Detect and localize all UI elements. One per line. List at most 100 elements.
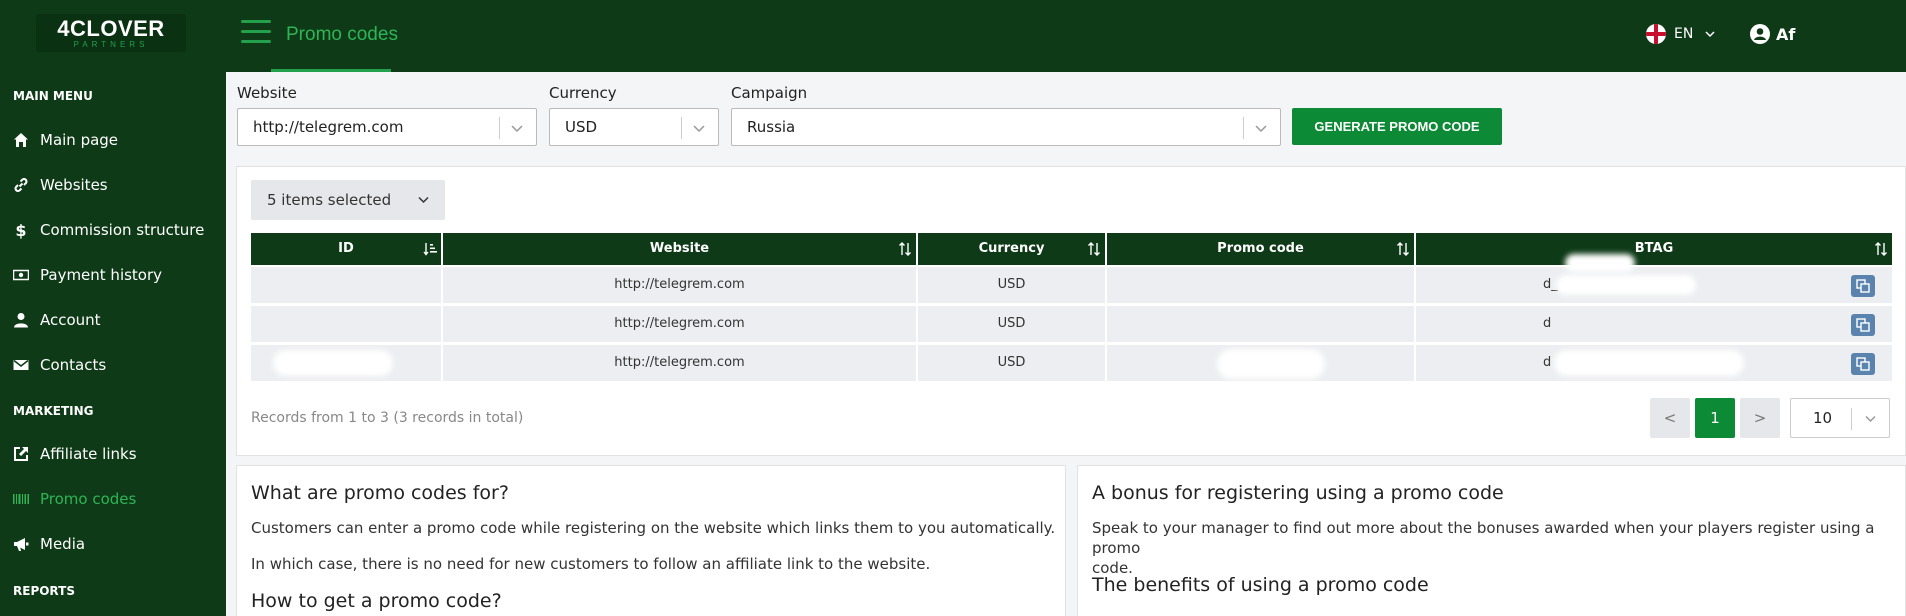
currency-select-value: USD (565, 118, 598, 136)
column-header-promo-code[interactable]: Promo code (1107, 233, 1414, 265)
sidebar-item-payment-history[interactable]: Payment history (0, 255, 226, 295)
chevron-down-icon (1705, 31, 1715, 38)
cell-id (251, 267, 441, 303)
cell-promo-code (1107, 267, 1414, 303)
column-header-label: BTAG (1634, 241, 1674, 256)
cell-promo-code (1107, 345, 1414, 381)
website-select[interactable]: http://telegrem.com (237, 108, 537, 146)
cell-id (251, 306, 441, 342)
sidebar-item-account[interactable]: Account (0, 300, 226, 340)
sort-icon[interactable] (1087, 242, 1101, 256)
page-title-underline (271, 69, 391, 72)
table-row: http://telegrem.com USD d_ (251, 267, 1892, 303)
user-icon (12, 311, 30, 329)
btag-value: d (1543, 316, 1552, 331)
cell-website: http://telegrem.com (614, 277, 745, 292)
column-header-label: Currency (978, 241, 1045, 256)
envelope-icon (12, 356, 30, 374)
table-row: http://telegrem.com USD d (251, 306, 1892, 342)
per-page-select[interactable]: 10 (1790, 398, 1890, 438)
home-icon (12, 131, 30, 149)
info-paragraph: Customers can enter a promo code while r… (251, 519, 1056, 537)
language-selector[interactable]: EN (1646, 24, 1715, 44)
pagination-next-button[interactable]: > (1740, 398, 1780, 438)
page-title-tab: Promo codes (271, 0, 398, 72)
sidebar-item-contacts[interactable]: Contacts (0, 345, 226, 385)
column-header-btag[interactable]: BTAG (1416, 233, 1892, 265)
table-row: http://telegrem.com USD d (251, 345, 1892, 381)
sidebar-item-label: Media (40, 535, 86, 553)
user-name: Af (1776, 24, 1796, 44)
user-circle-icon (1750, 24, 1770, 44)
logo-main-text: 4CLOVER (57, 16, 165, 41)
btag-value: d (1543, 355, 1552, 370)
sidebar-item-commission-structure[interactable]: $ Commission structure (0, 210, 226, 250)
campaign-select[interactable]: Russia (731, 108, 1281, 146)
uk-flag-icon (1646, 24, 1666, 44)
cell-currency: USD (997, 316, 1026, 331)
section-main-menu: MAIN MENU (13, 89, 93, 103)
cell-website: http://telegrem.com (614, 316, 745, 331)
info-heading-bonus: A bonus for registering using a promo co… (1092, 482, 1504, 504)
sidebar-item-label: Main page (40, 131, 119, 149)
user-menu[interactable]: Af (1750, 24, 1795, 44)
info-paragraph-line: Speak to your manager to find out more a… (1092, 519, 1875, 557)
campaign-filter-label: Campaign (731, 84, 808, 102)
sort-ascending-icon[interactable] (423, 242, 437, 256)
column-header-label: Promo code (1217, 241, 1304, 256)
records-summary: Records from 1 to 3 (3 records in total) (251, 410, 524, 426)
column-header-currency[interactable]: Currency (918, 233, 1105, 265)
currency-filter-label: Currency (549, 84, 617, 102)
sort-icon[interactable] (1874, 242, 1888, 256)
sidebar-item-main-page[interactable]: Main page (0, 120, 226, 160)
sidebar-item-label: Affiliate links (40, 445, 137, 463)
sidebar-item-label: Account (40, 311, 101, 329)
sidebar-item-websites[interactable]: Websites (0, 165, 226, 205)
cell-currency: USD (997, 355, 1026, 370)
external-link-icon (12, 445, 30, 463)
table-header: ID Website Currency Promo code BTAG (251, 233, 1892, 265)
topbar: Promo codes EN Af (226, 0, 1906, 72)
sidebar-item-media[interactable]: Media (0, 524, 226, 564)
generate-promo-code-button[interactable]: GENERATE PROMO CODE (1292, 108, 1502, 145)
cell-id (251, 345, 441, 381)
cell-btag: d_ (1416, 267, 1892, 303)
sort-icon[interactable] (1396, 242, 1410, 256)
website-filter-label: Website (237, 84, 297, 102)
pagination-prev-button[interactable]: < (1650, 398, 1690, 438)
column-header-label: Website (649, 241, 710, 256)
dollar-icon: $ (15, 220, 27, 240)
pagination-page-1[interactable]: 1 (1695, 398, 1735, 438)
language-label: EN (1674, 26, 1694, 42)
sidebar-item-label: Contacts (40, 356, 107, 374)
cell-website: http://telegrem.com (614, 355, 745, 370)
chevron-down-icon (693, 125, 705, 133)
copy-icon[interactable] (1851, 275, 1875, 297)
sidebar-item-label: Payment history (40, 266, 163, 284)
sidebar: 4CLOVER PARTNERS MAIN MENU Main page Web… (0, 0, 226, 616)
columns-selector[interactable]: 5 items selected (251, 180, 445, 220)
column-header-website[interactable]: Website (443, 233, 916, 265)
section-reports: REPORTS (13, 584, 75, 598)
campaign-select-value: Russia (747, 118, 796, 136)
sort-icon[interactable] (898, 242, 912, 256)
hamburger-menu-icon[interactable] (241, 20, 271, 46)
column-header-id[interactable]: ID (251, 233, 441, 265)
link-icon (12, 176, 30, 194)
cell-promo-code (1107, 306, 1414, 342)
copy-icon[interactable] (1851, 314, 1875, 336)
info-heading-how-to-get: How to get a promo code? (251, 590, 502, 612)
info-heading-benefits: The benefits of using a promo code (1092, 574, 1429, 596)
sidebar-item-label: Commission structure (40, 221, 205, 239)
website-select-value: http://telegrem.com (253, 118, 404, 136)
sidebar-item-promo-codes[interactable]: Promo codes (0, 479, 226, 519)
info-paragraph: In which case, there is no need for new … (251, 555, 931, 573)
currency-select[interactable]: USD (549, 108, 719, 146)
section-marketing: MARKETING (13, 404, 94, 418)
chevron-down-icon (418, 196, 429, 204)
sidebar-item-affiliate-links[interactable]: Affiliate links (0, 434, 226, 474)
sidebar-item-label: Websites (40, 176, 108, 194)
copy-icon[interactable] (1851, 353, 1875, 375)
chevron-down-icon (511, 125, 523, 133)
logo[interactable]: 4CLOVER PARTNERS (36, 14, 186, 52)
